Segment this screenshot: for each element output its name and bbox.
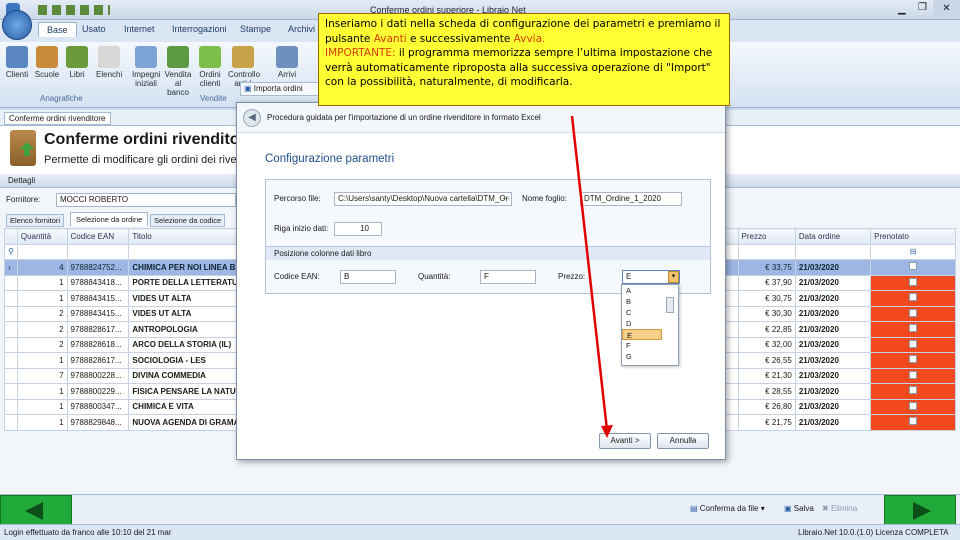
annotation-arrow — [570, 115, 613, 438]
